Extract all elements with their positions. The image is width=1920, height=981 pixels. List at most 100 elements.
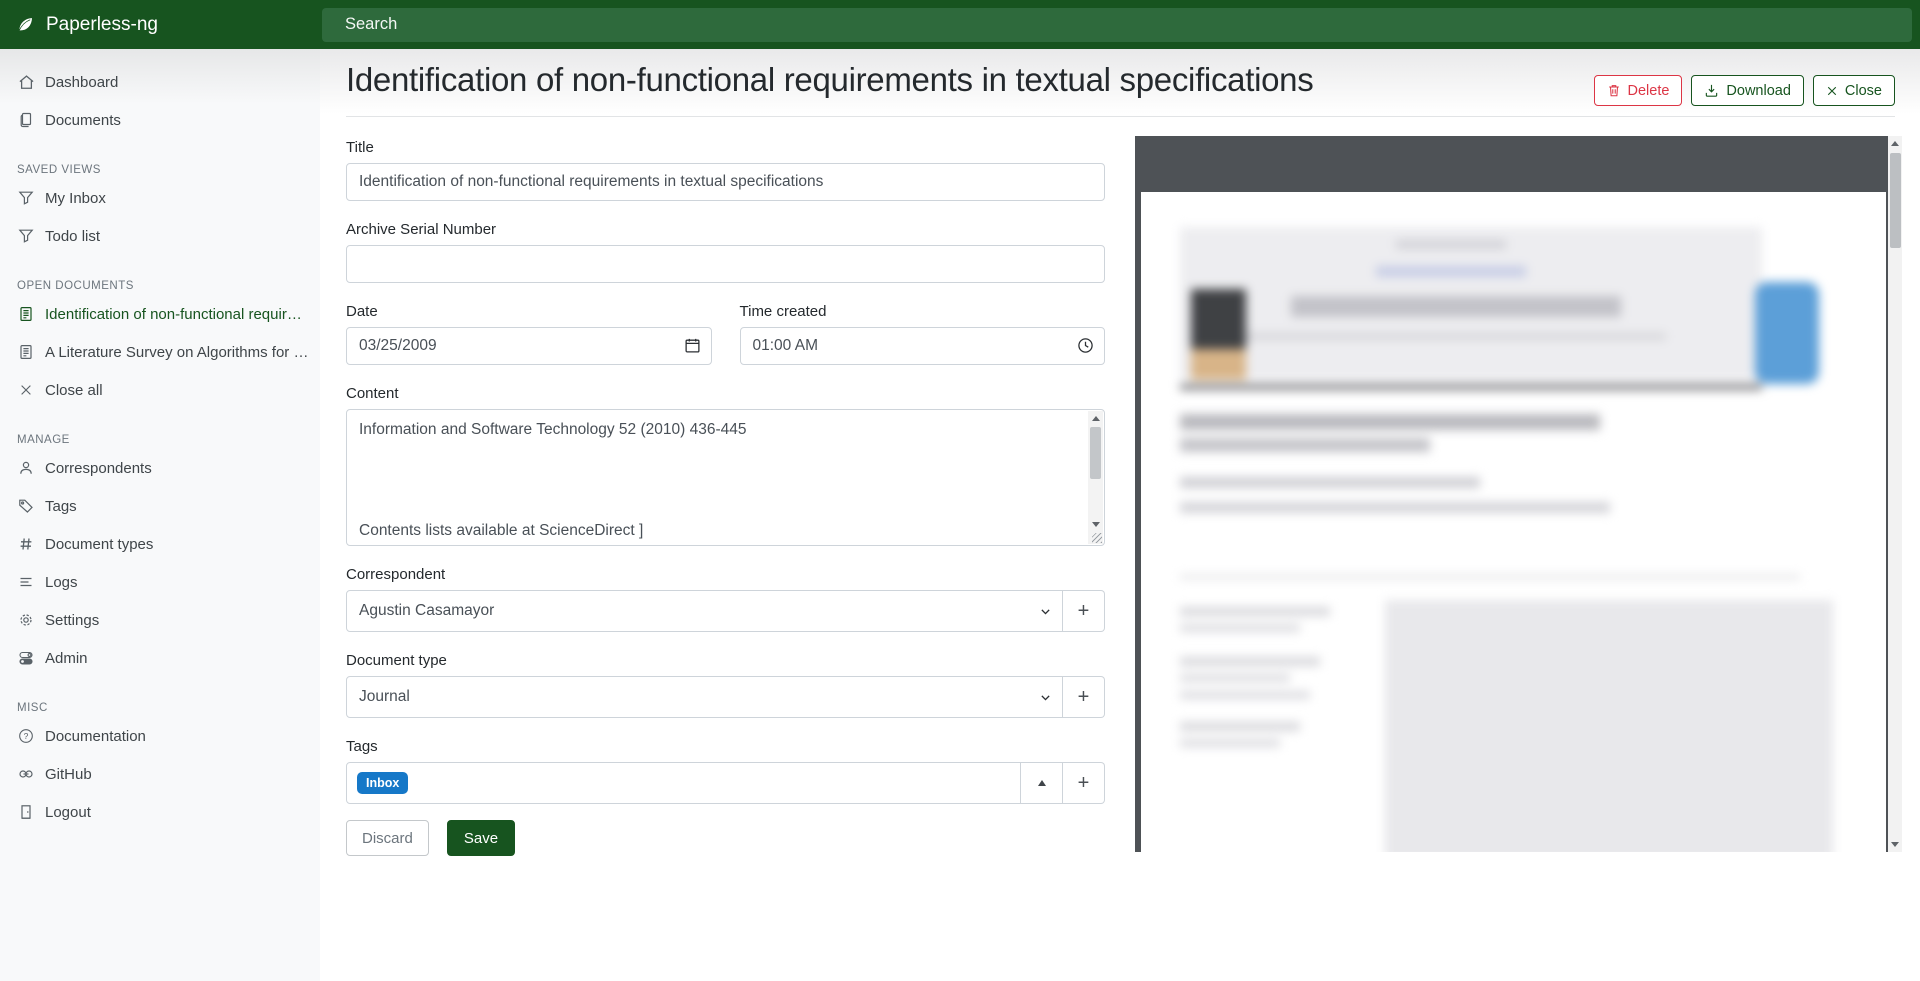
sidebar-item-settings[interactable]: Settings — [0, 601, 320, 639]
add-document-type-button[interactable]: + — [1063, 676, 1105, 718]
add-correspondent-button[interactable]: + — [1063, 590, 1105, 632]
door-logout-icon — [17, 803, 35, 821]
file-text-icon — [17, 343, 35, 361]
discard-button[interactable]: Discard — [346, 820, 429, 856]
sidebar-item-github[interactable]: GitHub — [0, 755, 320, 793]
document-type-label: Document type — [346, 652, 1105, 669]
paperless-leaf-logo-icon — [16, 15, 35, 34]
close-icon — [1826, 85, 1838, 97]
sidebar-section-manage: MANAGE — [0, 434, 320, 446]
content-scrollbar[interactable] — [1088, 411, 1103, 544]
sidebar-item-todo-list[interactable]: Todo list — [0, 217, 320, 255]
download-icon — [1704, 83, 1719, 98]
tags-label: Tags — [346, 738, 1105, 755]
save-button[interactable]: Save — [447, 820, 515, 856]
scrollbar-thumb[interactable] — [1090, 427, 1101, 479]
app-brand[interactable]: Paperless-ng — [0, 14, 322, 36]
content-label: Content — [346, 385, 1105, 402]
time-created-label: Time created — [740, 303, 1106, 320]
sidebar-item-admin[interactable]: Admin — [0, 639, 320, 677]
search-bar[interactable] — [322, 8, 1912, 42]
content-textarea[interactable]: Information and Software Technology 52 (… — [346, 409, 1105, 546]
link-icon — [17, 765, 35, 783]
sidebar-item-my-inbox[interactable]: My Inbox — [0, 179, 320, 217]
document-header: Identification of non-functional require… — [346, 49, 1895, 117]
title-label: Title — [346, 139, 1105, 156]
pdf-preview-pane — [1135, 136, 1902, 852]
sidebar-item-logs[interactable]: Logs — [0, 563, 320, 601]
date-input[interactable] — [346, 327, 712, 365]
gear-icon — [17, 611, 35, 629]
tags-input[interactable]: Inbox — [346, 762, 1021, 804]
pdf-page-preview — [1141, 192, 1886, 852]
asn-input[interactable] — [346, 245, 1105, 283]
search-input[interactable] — [345, 15, 1912, 34]
sidebar-item-documentation[interactable]: ? Documentation — [0, 717, 320, 755]
close-button[interactable]: Close — [1813, 75, 1895, 106]
hash-icon — [17, 535, 35, 553]
sidebar-open-doc-1[interactable]: Identification of non-functional require… — [0, 295, 320, 333]
list-icon — [17, 573, 35, 591]
trash-icon — [1607, 83, 1621, 98]
sidebar-item-correspondents[interactable]: Correspondents — [0, 449, 320, 487]
files-icon — [17, 111, 35, 129]
scroll-down-icon[interactable] — [1088, 517, 1103, 532]
add-tag-button[interactable]: + — [1063, 762, 1105, 804]
caret-up-icon — [1038, 780, 1046, 786]
title-input[interactable] — [346, 163, 1105, 201]
preview-scrollbar[interactable] — [1888, 136, 1902, 852]
sidebar-item-tags[interactable]: Tags — [0, 487, 320, 525]
sidebar: Dashboard Documents SAVED VIEWS My Inbox… — [0, 49, 320, 981]
correspondent-label: Correspondent — [346, 566, 1105, 583]
app-title: Paperless-ng — [46, 14, 158, 36]
tag-badge-inbox[interactable]: Inbox — [357, 772, 408, 794]
pdf-blurred-content — [1141, 192, 1886, 852]
delete-button[interactable]: Delete — [1594, 75, 1683, 106]
scroll-down-icon[interactable] — [1888, 837, 1902, 852]
tags-dropdown-toggle-button[interactable] — [1021, 762, 1063, 804]
asn-label: Archive Serial Number — [346, 221, 1105, 238]
clock-icon[interactable] — [1077, 337, 1094, 354]
content-line-1: Information and Software Technology 52 (… — [359, 417, 1078, 442]
sidebar-item-documents[interactable]: Documents — [0, 101, 320, 139]
document-actions: Delete Download Close — [1594, 75, 1896, 106]
question-circle-icon: ? — [17, 727, 35, 745]
plus-icon: + — [1078, 772, 1090, 795]
chevron-down-icon — [1039, 691, 1052, 704]
funnel-icon — [17, 189, 35, 207]
toggles-icon — [17, 649, 35, 667]
date-label: Date — [346, 303, 712, 320]
document-edit-form: Title Archive Serial Number Date Time cr… — [346, 139, 1105, 856]
sidebar-open-doc-2[interactable]: A Literature Survey on Algorithms for Mu… — [0, 333, 320, 371]
plus-icon: + — [1078, 686, 1090, 709]
svg-text:?: ? — [24, 731, 29, 741]
time-created-input[interactable] — [740, 327, 1106, 365]
content-line-2: Contents lists available at ScienceDirec… — [359, 518, 1078, 543]
sidebar-item-close-all[interactable]: Close all — [0, 371, 320, 409]
scroll-up-icon[interactable] — [1888, 136, 1902, 151]
sidebar-section-saved-views: SAVED VIEWS — [0, 164, 320, 176]
page-title: Identification of non-functional require… — [346, 61, 1313, 99]
plus-icon: + — [1078, 600, 1090, 623]
calendar-icon[interactable] — [684, 337, 701, 354]
sidebar-section-misc: MISC — [0, 702, 320, 714]
resize-grip[interactable] — [1092, 533, 1102, 543]
document-type-select[interactable]: Journal — [346, 676, 1063, 718]
sidebar-item-logout[interactable]: Logout — [0, 793, 320, 831]
main-content: Identification of non-functional require… — [320, 49, 1920, 981]
sidebar-item-document-types[interactable]: Document types — [0, 525, 320, 563]
person-icon — [17, 459, 35, 477]
sidebar-item-dashboard[interactable]: Dashboard — [0, 63, 320, 101]
home-icon — [17, 73, 35, 91]
scroll-up-icon[interactable] — [1088, 411, 1103, 426]
correspondent-select[interactable]: Agustin Casamayor — [346, 590, 1063, 632]
funnel-icon — [17, 227, 35, 245]
tag-icon — [17, 497, 35, 515]
preview-scrollbar-thumb[interactable] — [1890, 153, 1901, 248]
top-navbar: Paperless-ng — [0, 0, 1920, 49]
download-button[interactable]: Download — [1691, 75, 1804, 106]
close-icon — [17, 381, 35, 399]
sidebar-section-open-documents: OPEN DOCUMENTS — [0, 280, 320, 292]
file-text-icon — [17, 305, 35, 323]
chevron-down-icon — [1039, 605, 1052, 618]
